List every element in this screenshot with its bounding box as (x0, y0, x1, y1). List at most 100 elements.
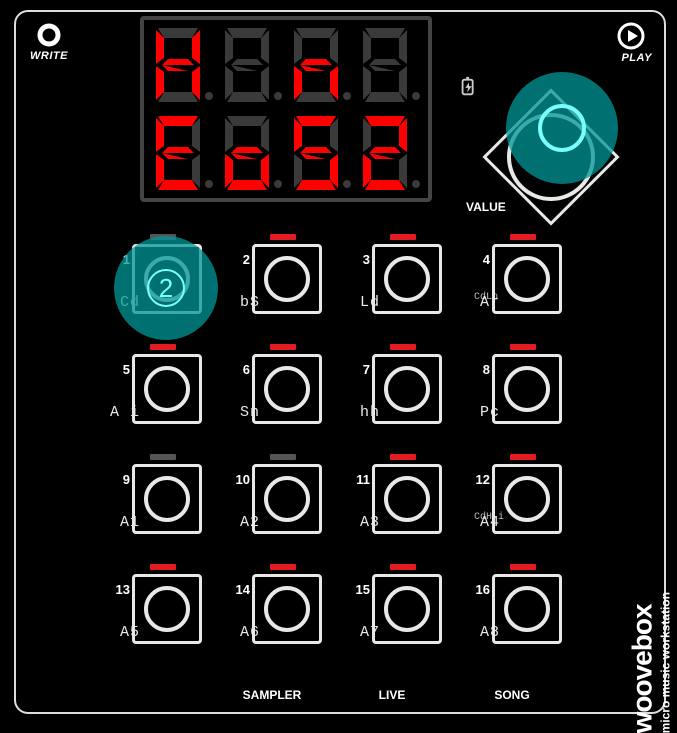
pad-12: 12 CdH i A4 (462, 454, 562, 536)
device-panel: WRITE PLAY VALUE (14, 10, 666, 714)
pad-number: 14 (230, 582, 250, 597)
pad-sublabel: A6 (220, 624, 260, 641)
seven-seg-digit (284, 24, 353, 106)
pad-button-12[interactable] (492, 464, 562, 534)
pad-sublabel: A7 (340, 624, 380, 641)
pad-sublabel: A3 (340, 514, 380, 531)
pad-number: 7 (350, 362, 370, 377)
pad-number: 6 (230, 362, 250, 377)
pad-led (270, 234, 296, 240)
pad-16: 16 A8 (462, 564, 562, 646)
pad-14: 14 A6 (222, 564, 322, 646)
seven-seg-digit (353, 24, 422, 106)
pad-button-5[interactable] (132, 354, 202, 424)
pad-sublabel: A i (100, 404, 140, 421)
pad-sublabel: A4 (460, 514, 500, 531)
brand: woovebox micro music workstation (626, 592, 672, 733)
pad-number: 3 (350, 252, 370, 267)
write-label: WRITE (24, 50, 74, 62)
pad-button-16[interactable] (492, 574, 562, 644)
pad-5: 5 A i (102, 344, 202, 426)
value-label: VALUE (466, 200, 506, 214)
pad-number: 4 (470, 252, 490, 267)
seven-seg-digit (146, 112, 215, 194)
pad-1: 1 Cd (102, 234, 202, 316)
pad-button-4[interactable] (492, 244, 562, 314)
pad-button-15[interactable] (372, 574, 442, 644)
pad-number: 10 (230, 472, 250, 487)
pad-sublabel: Ar (460, 294, 500, 311)
pad-led (510, 564, 536, 570)
pad-sublabel: hh (340, 404, 380, 421)
pad-11: 11 A3 (342, 454, 442, 536)
pad-led (270, 344, 296, 350)
pad-button-10[interactable] (252, 464, 322, 534)
pad-number: 16 (470, 582, 490, 597)
value-knob[interactable] (466, 72, 636, 242)
pad-led (150, 234, 176, 240)
pad-10: 10 A2 (222, 454, 322, 536)
pad-button-8[interactable] (492, 354, 562, 424)
play-icon (617, 22, 645, 50)
pad-led (150, 344, 176, 350)
pad-led (390, 234, 416, 240)
seven-seg-digit (215, 112, 284, 194)
write-button[interactable]: WRITE (24, 22, 74, 62)
seven-seg-digit (353, 112, 422, 194)
pad-number: 11 (350, 472, 370, 487)
pad-button-3[interactable] (372, 244, 442, 314)
pad-led (390, 564, 416, 570)
pad-led (510, 234, 536, 240)
play-button[interactable]: PLAY (606, 22, 656, 64)
pad-sublabel: A1 (100, 514, 140, 531)
pad-button-13[interactable] (132, 574, 202, 644)
brand-tagline: micro music workstation (658, 592, 672, 733)
pad-4: 4 CdLo Ar (462, 234, 562, 316)
mode-sampler: SAMPLER (222, 688, 322, 702)
pad-button-14[interactable] (252, 574, 322, 644)
brand-name: woovebox (626, 592, 658, 733)
mode-labels: SAMPLER LIVE SONG (102, 688, 562, 702)
pad-led (270, 454, 296, 460)
pad-sublabel: Sn (220, 404, 260, 421)
pad-button-1[interactable] (132, 244, 202, 314)
pad-button-2[interactable] (252, 244, 322, 314)
pad-button-11[interactable] (372, 464, 442, 534)
pad-number: 15 (350, 582, 370, 597)
play-label: PLAY (606, 52, 656, 64)
pad-13: 13 A5 (102, 564, 202, 646)
pad-6: 6 Sn (222, 344, 322, 426)
pad-button-9[interactable] (132, 464, 202, 534)
pad-sublabel: A5 (100, 624, 140, 641)
circle-icon (36, 22, 62, 48)
pad-button-7[interactable] (372, 354, 442, 424)
pad-number: 2 (230, 252, 250, 267)
pad-grid: 1 Cd 2 bS 3 Ld 4 CdLo Ar 5 A (102, 234, 562, 674)
pad-led (270, 564, 296, 570)
mode-song: SONG (462, 688, 562, 702)
pad-led (150, 564, 176, 570)
pad-button-6[interactable] (252, 354, 322, 424)
pad-led (510, 454, 536, 460)
pad-9: 9 A1 (102, 454, 202, 536)
pad-3: 3 Ld (342, 234, 442, 316)
pad-sublabel: A2 (220, 514, 260, 531)
pad-number: 13 (110, 582, 130, 597)
pad-number: 9 (110, 472, 130, 487)
pad-sublabel: Ld (340, 294, 380, 311)
pad-number: 5 (110, 362, 130, 377)
pad-15: 15 A7 (342, 564, 442, 646)
pad-number: 1 (110, 252, 130, 267)
pad-led (510, 344, 536, 350)
mode-col-1 (102, 688, 202, 702)
pad-2: 2 bS (222, 234, 322, 316)
pad-led (390, 344, 416, 350)
pad-8: 8 Pc (462, 344, 562, 426)
pad-led (390, 454, 416, 460)
pad-sublabel: Cd (100, 294, 140, 311)
pad-number: 8 (470, 362, 490, 377)
seven-seg-digit (215, 24, 284, 106)
pad-sublabel: bS (220, 294, 260, 311)
seven-seg-digit (146, 24, 215, 106)
pad-led (150, 454, 176, 460)
